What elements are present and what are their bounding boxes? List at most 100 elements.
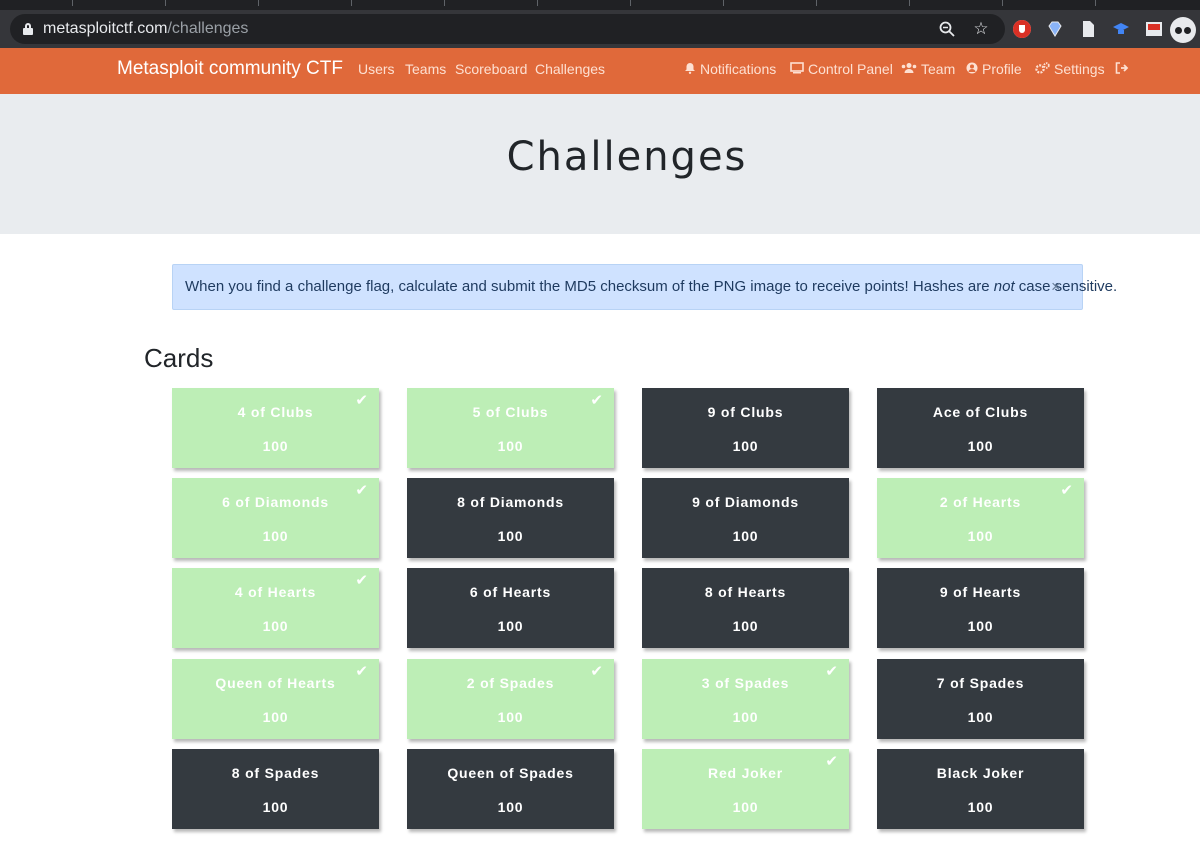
tab-separator <box>630 0 631 6</box>
challenge-card[interactable]: 9 of Hearts 100 <box>877 568 1084 648</box>
profile-avatar-icon[interactable] <box>1170 17 1196 43</box>
challenge-value: 100 <box>732 618 759 634</box>
challenge-card[interactable]: Queen of Hearts 100 ✔ <box>172 659 379 739</box>
tab-separator <box>72 0 73 6</box>
challenge-name: 8 of Diamonds <box>457 494 564 510</box>
challenge-value: 100 <box>967 528 994 544</box>
nav-label-team: Team <box>921 61 956 77</box>
challenge-value: 100 <box>497 528 524 544</box>
nav-link-challenges[interactable]: Challenges <box>535 61 605 77</box>
nav-link-users[interactable]: Users <box>358 61 395 77</box>
brand-link[interactable]: Metasploit community CTF <box>117 58 343 80</box>
challenge-card[interactable]: 2 of Spades 100 ✔ <box>407 659 614 739</box>
url-text[interactable]: metasploitctf.com/challenges <box>43 20 248 38</box>
challenge-name: 6 of Diamonds <box>222 494 329 510</box>
challenge-card[interactable]: 5 of Clubs 100 ✔ <box>407 388 614 468</box>
page-header: Challenges <box>0 94 1200 234</box>
challenge-name: 6 of Hearts <box>469 584 552 600</box>
nav-link-team[interactable]: Team <box>901 61 955 77</box>
extension-document-icon[interactable] <box>1079 20 1097 38</box>
challenge-value: 100 <box>497 618 524 634</box>
challenge-name: 4 of Hearts <box>234 584 317 600</box>
alert-text-after: case sensitive. <box>1014 278 1118 295</box>
check-icon: ✔ <box>590 392 603 409</box>
challenge-card[interactable]: 9 of Clubs 100 <box>642 388 849 468</box>
challenge-card[interactable]: 7 of Spades 100 <box>877 659 1084 739</box>
monitor-icon <box>790 62 804 77</box>
challenge-value: 100 <box>262 709 289 725</box>
challenge-value: 100 <box>967 709 994 725</box>
extension-cap-icon[interactable] <box>1112 20 1130 38</box>
challenge-name: 2 of Hearts <box>939 494 1022 510</box>
tab-separator <box>165 0 166 6</box>
challenge-name: 8 of Spades <box>231 765 320 781</box>
challenge-card[interactable]: 3 of Spades 100 ✔ <box>642 659 849 739</box>
cogs-icon <box>1035 62 1050 77</box>
lock-icon[interactable] <box>23 23 33 35</box>
check-icon: ✔ <box>825 753 838 770</box>
nav-link-teams[interactable]: Teams <box>405 61 446 77</box>
challenge-name: 5 of Clubs <box>472 404 549 420</box>
tab-separator <box>723 0 724 6</box>
check-icon: ✔ <box>355 572 368 589</box>
nav-link-settings[interactable]: Settings <box>1035 61 1105 77</box>
nav-link-scoreboard[interactable]: Scoreboard <box>455 61 527 77</box>
challenge-name: Red Joker <box>708 765 783 781</box>
challenge-value: 100 <box>262 438 289 454</box>
bell-icon <box>684 62 696 77</box>
check-icon: ✔ <box>355 482 368 499</box>
challenge-card[interactable]: 8 of Spades 100 <box>172 749 379 829</box>
extension-box-icon[interactable] <box>1145 20 1163 38</box>
challenge-card[interactable]: 4 of Hearts 100 ✔ <box>172 568 379 648</box>
challenge-card[interactable]: 6 of Hearts 100 <box>407 568 614 648</box>
tab-separator <box>444 0 445 6</box>
challenge-card[interactable]: 2 of Hearts 100 ✔ <box>877 478 1084 558</box>
challenge-name: 9 of Diamonds <box>692 494 799 510</box>
check-icon: ✔ <box>1060 482 1073 499</box>
url-host: metasploitctf.com <box>43 20 168 37</box>
challenge-card[interactable]: 4 of Clubs 100 ✔ <box>172 388 379 468</box>
zoom-icon[interactable] <box>938 20 956 38</box>
nav-label-profile: Profile <box>982 61 1022 77</box>
nav-link-control-panel[interactable]: Control Panel <box>790 61 893 77</box>
challenge-value: 100 <box>732 709 759 725</box>
extension-shield-icon[interactable] <box>1013 20 1031 38</box>
challenge-card[interactable]: 9 of Diamonds 100 <box>642 478 849 558</box>
challenge-card[interactable]: 8 of Diamonds 100 <box>407 478 614 558</box>
challenge-name: Ace of Clubs <box>932 404 1029 420</box>
nav-label-notifications: Notifications <box>700 61 777 77</box>
address-bar[interactable]: metasploitctf.com/challenges ☆ <box>10 14 1005 44</box>
challenge-card[interactable]: 8 of Hearts 100 <box>642 568 849 648</box>
browser-toolbar: metasploitctf.com/challenges ☆ <box>0 10 1200 48</box>
check-icon: ✔ <box>825 663 838 680</box>
alert-close-button[interactable]: × <box>1051 277 1061 297</box>
challenge-value: 100 <box>262 618 289 634</box>
alert-text-before: When you find a challenge flag, calculat… <box>185 278 994 295</box>
challenge-card[interactable]: 6 of Diamonds 100 ✔ <box>172 478 379 558</box>
nav-label-control-panel: Control Panel <box>808 61 893 77</box>
check-icon: ✔ <box>590 663 603 680</box>
challenge-value: 100 <box>967 799 994 815</box>
alert-text-emphasis: not <box>993 278 1015 295</box>
tab-separator <box>816 0 817 6</box>
tab-separator <box>258 0 259 6</box>
challenge-card[interactable]: Queen of Spades 100 <box>407 749 614 829</box>
extension-diamond-icon[interactable] <box>1046 20 1064 38</box>
nav-link-profile[interactable]: Profile <box>966 61 1022 77</box>
bookmark-star-icon[interactable]: ☆ <box>972 20 990 38</box>
challenge-card[interactable]: Black Joker 100 <box>877 749 1084 829</box>
challenge-card[interactable]: Red Joker 100 ✔ <box>642 749 849 829</box>
nav-link-notifications[interactable]: Notifications <box>684 61 776 77</box>
challenge-value: 100 <box>732 799 759 815</box>
challenge-value: 100 <box>497 799 524 815</box>
challenge-card[interactable]: Ace of Clubs 100 <box>877 388 1084 468</box>
nav-label-settings: Settings <box>1054 61 1105 77</box>
alert-message: When you find a challenge flag, calculat… <box>185 278 1117 295</box>
challenge-name: 4 of Clubs <box>237 404 314 420</box>
challenge-value: 100 <box>732 438 759 454</box>
nav-link-logout[interactable] <box>1115 61 1133 77</box>
challenge-value: 100 <box>497 709 524 725</box>
users-icon <box>901 62 917 77</box>
challenge-value: 100 <box>262 528 289 544</box>
check-icon: ✔ <box>355 663 368 680</box>
